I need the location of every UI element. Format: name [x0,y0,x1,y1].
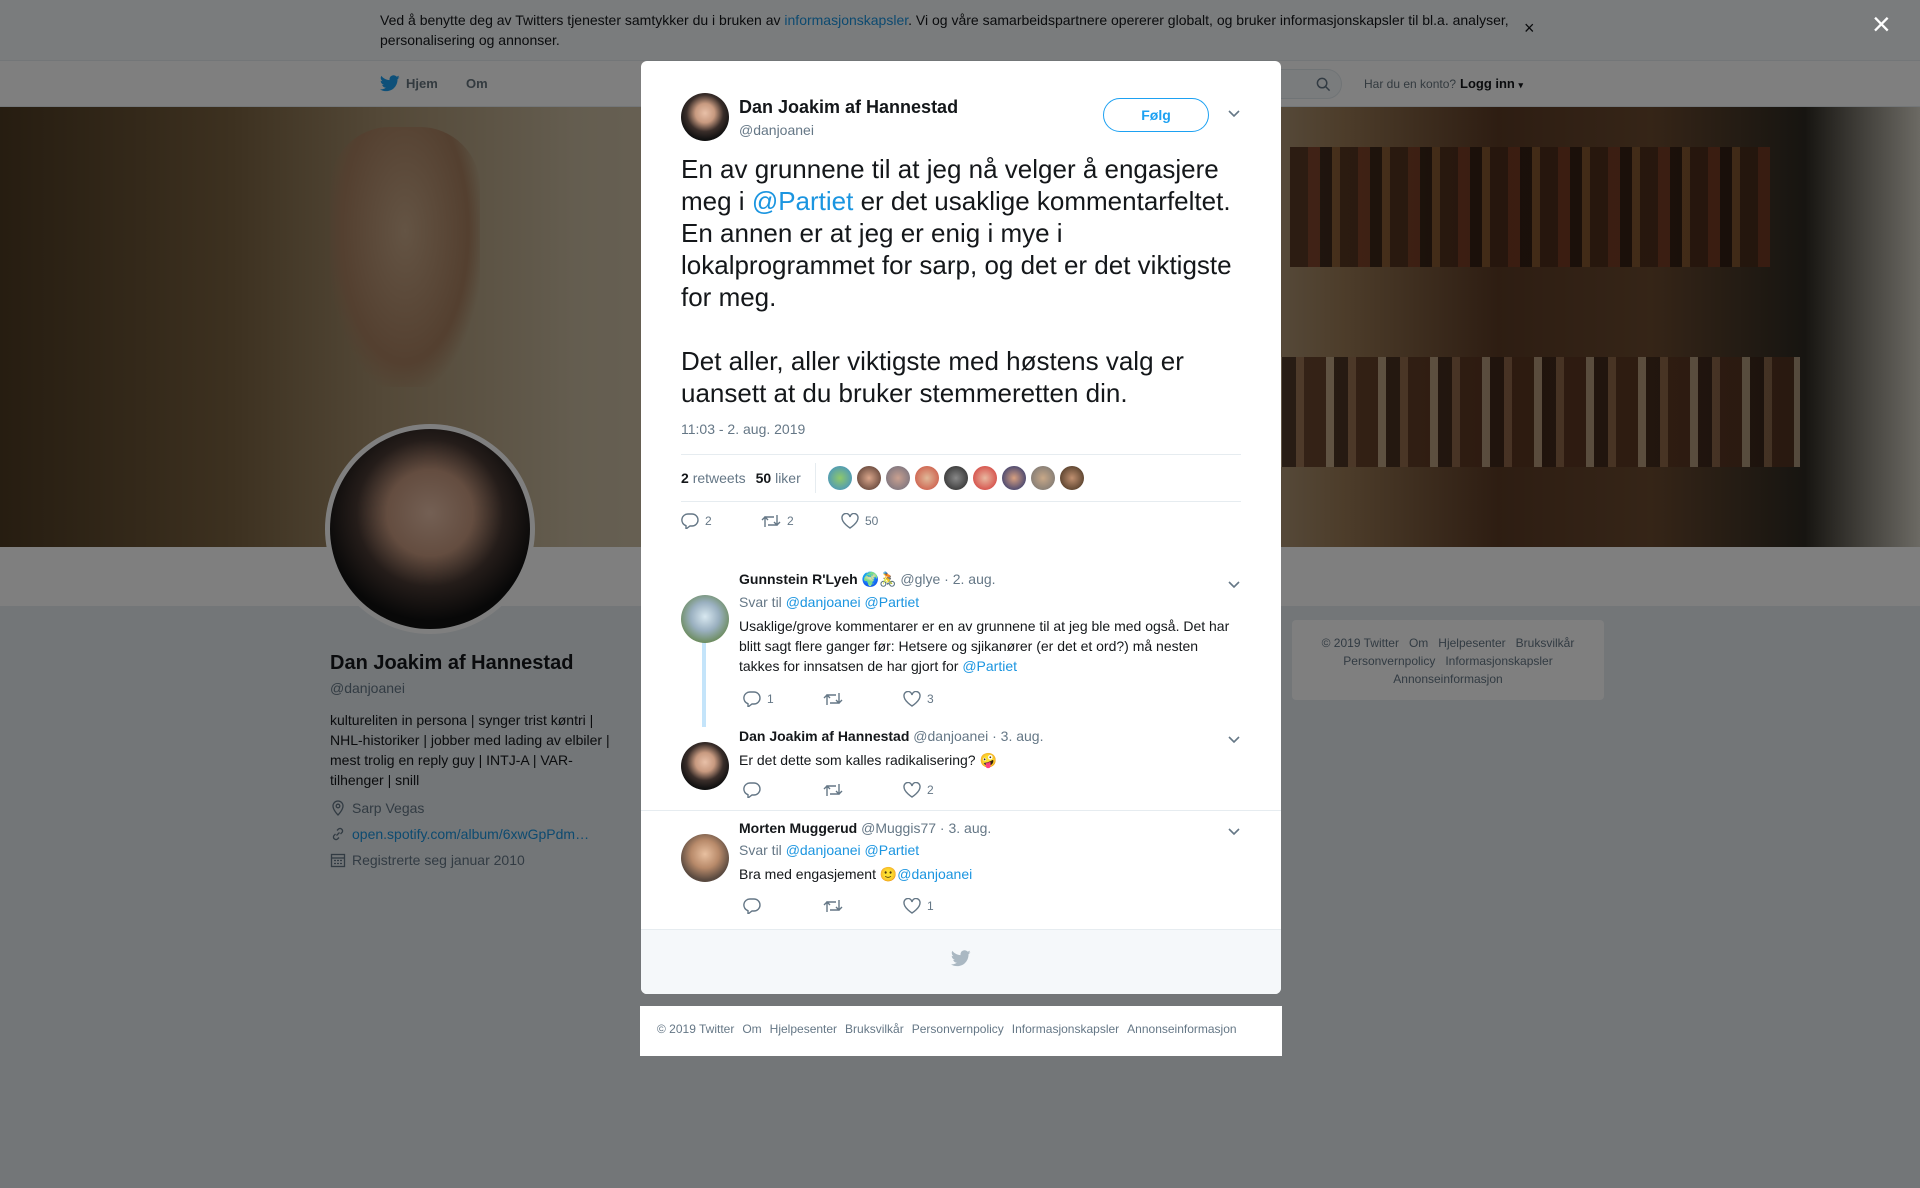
like-button[interactable]: 2 [903,782,983,798]
heart-icon [903,898,921,914]
retweet-button[interactable]: 2 [761,513,841,529]
reply-author-name[interactable]: Dan Joakim af Hannestad [739,728,909,744]
reply-avatar[interactable] [681,742,729,790]
reply-icon [743,782,761,798]
reply-actions: 1 3 [743,691,983,707]
heart-icon [841,513,859,529]
retweet-icon [823,693,843,705]
reply-date[interactable]: · 3. aug. [992,728,1043,744]
liker-avatar[interactable] [1059,466,1084,490]
retweet-count[interactable]: 2 retweets [681,470,746,486]
like-button[interactable]: 1 [903,898,983,914]
chevron-down-icon[interactable] [1227,734,1241,748]
tweet-modal: Dan Joakim af Hannestad @danjoanei Følg … [641,61,1281,994]
tweet-timestamp[interactable]: 11:03 - 2. aug. 2019 [681,421,805,437]
close-modal-button[interactable]: × [1872,8,1891,40]
reply-button[interactable] [743,782,823,798]
chevron-down-icon[interactable] [1227,108,1241,122]
mention-link[interactable]: @danjoanei [897,866,972,882]
reply-to-mentions[interactable]: @danjoanei @Partiet [786,594,920,610]
twitter-bird-icon [951,950,971,967]
tweet-text: En av grunnene til at jeg nå velger å en… [681,154,1232,408]
reply-author-handle[interactable]: @glye [900,571,940,587]
mention-link[interactable]: @Partiet [962,658,1017,674]
liker-avatar[interactable] [856,466,881,490]
like-button[interactable]: 3 [903,691,983,707]
reply-actions: 1 [743,898,983,914]
reply-icon [743,691,761,707]
retweet-icon [823,784,843,796]
liker-avatar[interactable] [972,466,997,490]
heart-icon [903,691,921,707]
follow-button[interactable]: Følg [1103,98,1209,132]
liker-avatar[interactable] [1030,466,1055,490]
reply-author-handle[interactable]: @danjoanei [913,728,988,744]
author-handle[interactable]: @danjoanei [739,122,958,138]
author-avatar[interactable] [681,93,729,141]
retweet-icon [761,515,781,527]
reply-icon [743,898,761,914]
tweet-actions: 2 2 50 [681,513,921,529]
reply-button[interactable]: 2 [681,513,761,529]
reply-avatar[interactable] [681,595,729,643]
reply-actions: 2 [743,782,983,798]
liker-avatar[interactable] [943,466,968,490]
reply-button[interactable]: 1 [743,691,823,707]
reply-button[interactable] [743,898,823,914]
liker-avatar[interactable] [1001,466,1026,490]
retweet-icon [823,900,843,912]
like-button[interactable]: 50 [841,513,921,529]
liker-avatar[interactable] [827,466,852,490]
chevron-down-icon[interactable] [1227,826,1241,840]
author-name[interactable]: Dan Joakim af Hannestad [739,97,958,118]
reply-avatar[interactable] [681,834,729,882]
reply-icon [681,513,699,529]
heart-icon [903,782,921,798]
tweet-stats: 2 retweets 50 liker [681,454,1241,502]
mention-link[interactable]: @Partiet [752,186,854,216]
reply-to-mentions[interactable]: @danjoanei @Partiet [786,842,920,858]
modal-footer [641,929,1281,994]
modal-page-footer: © 2019 Twitter Om Hjelpesenter Bruksvilkår P… [640,1006,1282,1056]
chevron-down-icon[interactable] [1227,579,1241,593]
reply-date[interactable]: · 2. aug. [944,571,995,587]
retweet-button[interactable] [823,782,903,798]
tweet-author[interactable]: Dan Joakim af Hannestad @danjoanei [681,93,958,141]
divider [641,810,1281,811]
reply-author-name[interactable]: Gunnstein R'Lyeh [739,571,858,587]
reply-date[interactable]: · 3. aug. [940,820,991,836]
liker-avatar[interactable] [885,466,910,490]
retweet-button[interactable] [823,691,903,707]
like-count[interactable]: 50 liker [756,470,801,486]
reply-author-name[interactable]: Morten Muggerud [739,820,857,836]
retweet-button[interactable] [823,898,903,914]
liker-avatar[interactable] [914,466,939,490]
reply-author-handle[interactable]: @Muggis77 [861,820,936,836]
